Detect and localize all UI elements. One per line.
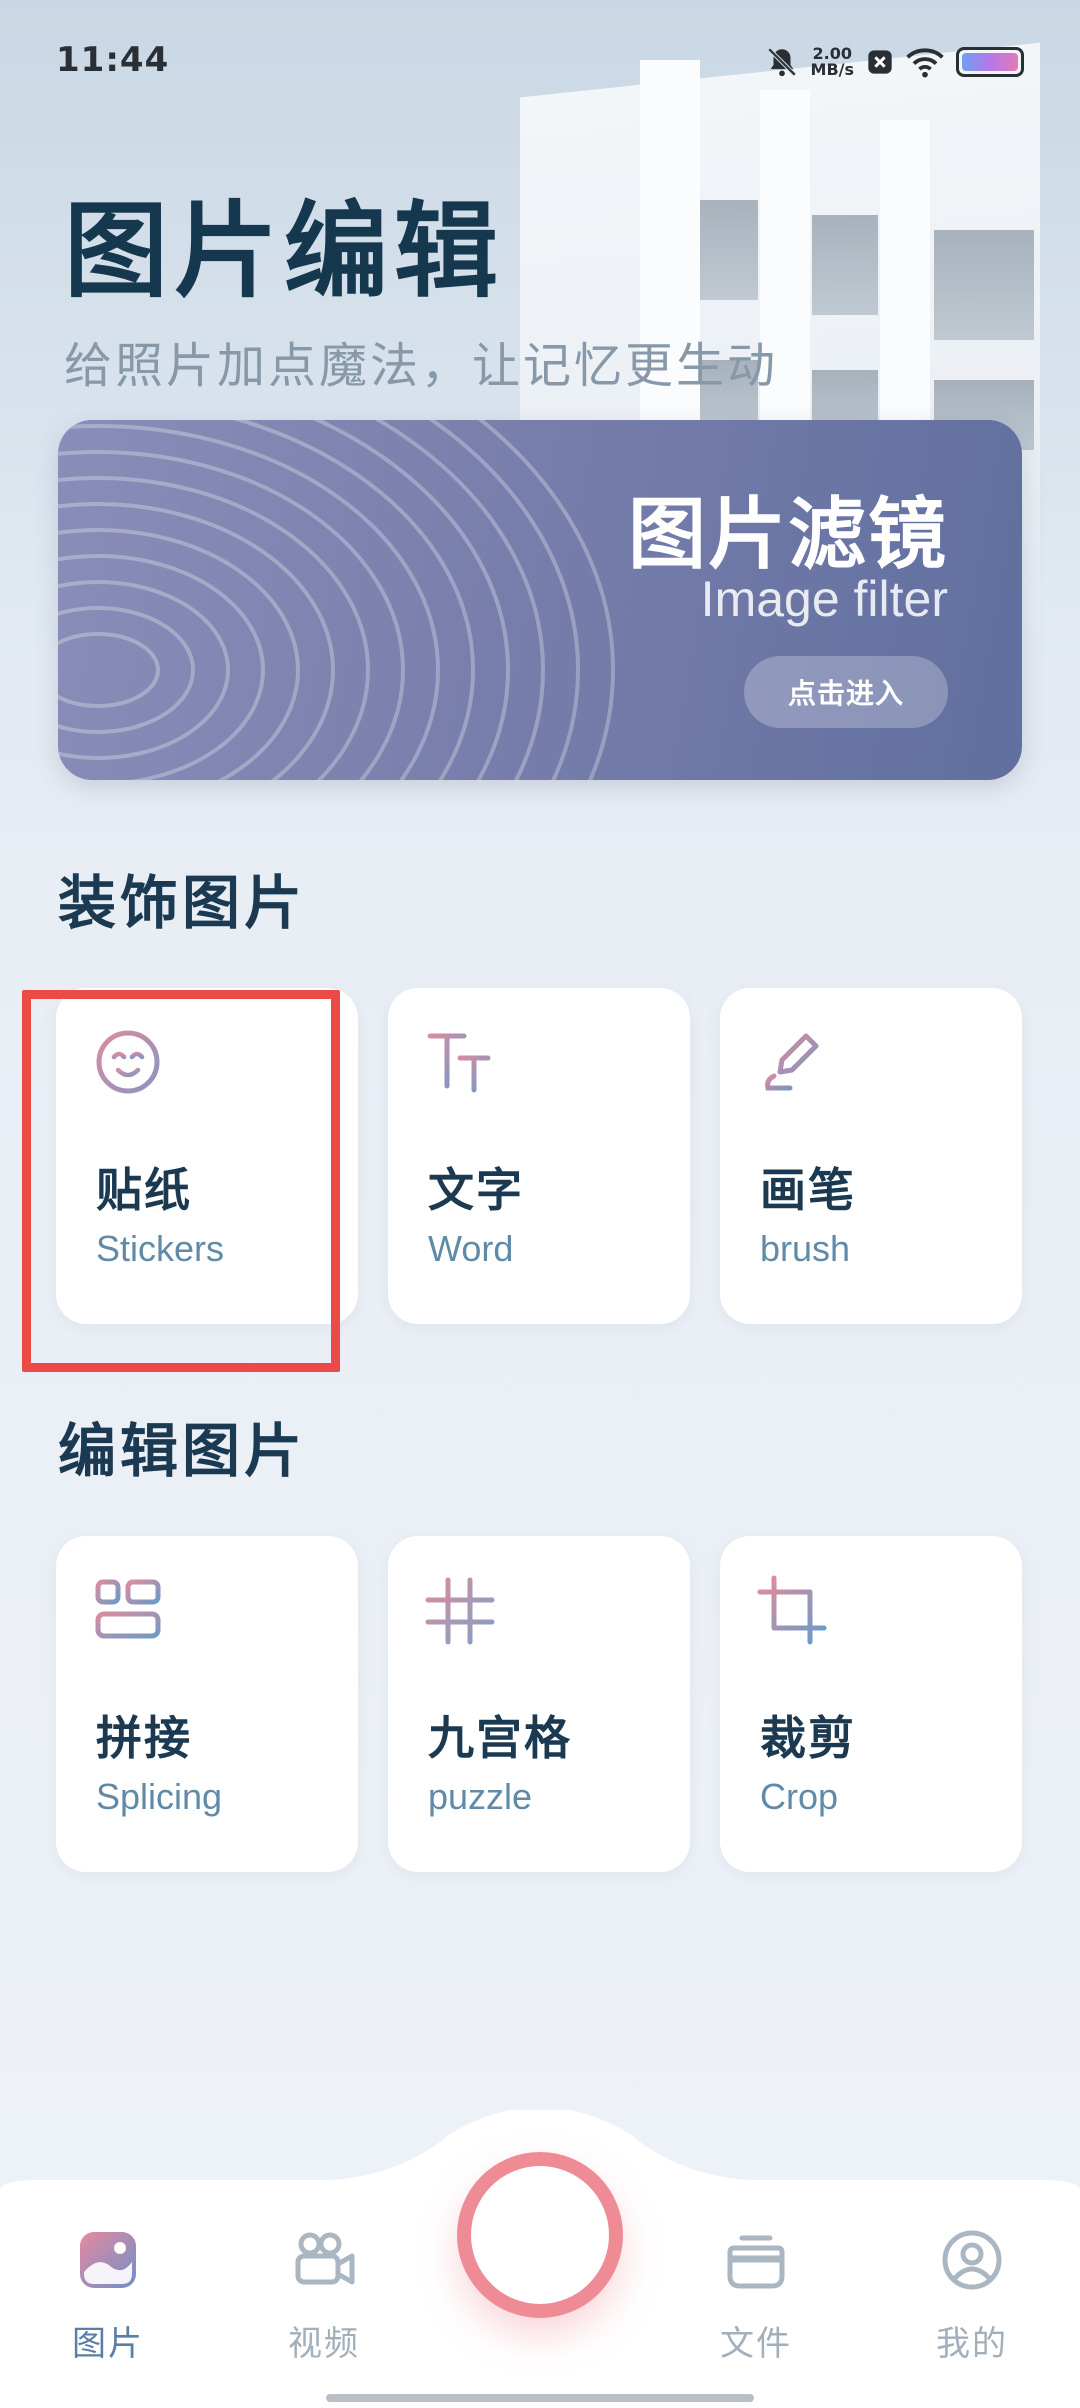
status-bar: 11:44 2.00 MB/s [0,0,1080,124]
text-size-icon [427,1033,491,1093]
nav-label-files: 文件 [720,2324,792,2364]
network-speed: 2.00 MB/s [811,46,854,78]
card-puzzle-title: 九宫格 [428,1711,572,1765]
card-brush[interactable]: 画笔 brush [720,988,1022,1324]
crop-icon [757,1575,827,1645]
section-title-decorate: 装饰图片 [58,869,307,937]
wifi-icon [906,48,944,78]
page-subtitle: 给照片加点魔法，让记忆更生动 [64,338,779,394]
nav-label-videos: 视频 [288,2324,360,2364]
card-word-title: 文字 [428,1163,524,1217]
card-crop-title: 裁剪 [760,1711,856,1765]
card-stickers-title: 贴纸 [96,1163,192,1217]
card-word-subtitle: Word [428,1228,514,1269]
card-stickers-subtitle: Stickers [96,1228,225,1269]
card-stickers[interactable]: 贴纸 Stickers [56,988,358,1324]
banner-title: 图片滤镜 [627,490,948,580]
nav-label-mine: 我的 [936,2324,1008,2364]
home-indicator[interactable] [326,2394,754,2402]
status-icons: 2.00 MB/s [765,42,1024,82]
layout-grid-icon [95,1579,161,1639]
card-splicing[interactable]: 拼接 Splicing [56,1536,358,1872]
video-camera-icon [295,2232,355,2285]
card-word[interactable]: 文字 Word [388,988,690,1324]
nav-item-files[interactable]: 文件 [686,2228,826,2365]
bell-off-icon [767,47,796,77]
page-title: 图片编辑 [64,190,505,312]
section-title-edit: 编辑图片 [58,1417,307,1485]
close-box-icon [868,50,892,74]
bottom-navigation: 图片 视频 文件 我的 [0,2110,1080,2408]
card-puzzle-subtitle: puzzle [428,1776,533,1817]
card-puzzle[interactable]: 九宫格 puzzle [388,1536,690,1872]
battery-icon [956,47,1024,77]
enter-filter-button[interactable]: 点击进入 [744,656,948,728]
camera-shutter-button[interactable] [457,2152,623,2318]
nav-item-images[interactable]: 图片 [38,2228,178,2365]
image-filter-banner[interactable]: 图片滤镜 Image filter 点击进入 [58,420,1022,780]
image-icon [80,2232,136,2288]
file-stack-icon [727,2235,785,2289]
nav-label-images: 图片 [72,2324,144,2364]
brush-icon [765,1033,819,1091]
sticker-smile-icon [96,1030,160,1094]
network-speed-unit: MB/s [810,60,854,79]
card-crop-subtitle: Crop [760,1776,839,1817]
banner-subtitle: Image filter [700,571,948,627]
card-crop[interactable]: 裁剪 Crop [720,1536,1022,1872]
hash-grid-icon [425,1577,495,1645]
card-splicing-title: 拼接 [96,1711,192,1765]
user-icon [942,2230,1002,2290]
status-time: 11:44 [56,40,170,80]
card-brush-title: 画笔 [760,1163,856,1217]
nav-item-videos[interactable]: 视频 [254,2228,394,2365]
card-splicing-subtitle: Splicing [96,1776,223,1817]
nav-item-mine[interactable]: 我的 [902,2228,1042,2365]
card-brush-subtitle: brush [760,1228,851,1269]
